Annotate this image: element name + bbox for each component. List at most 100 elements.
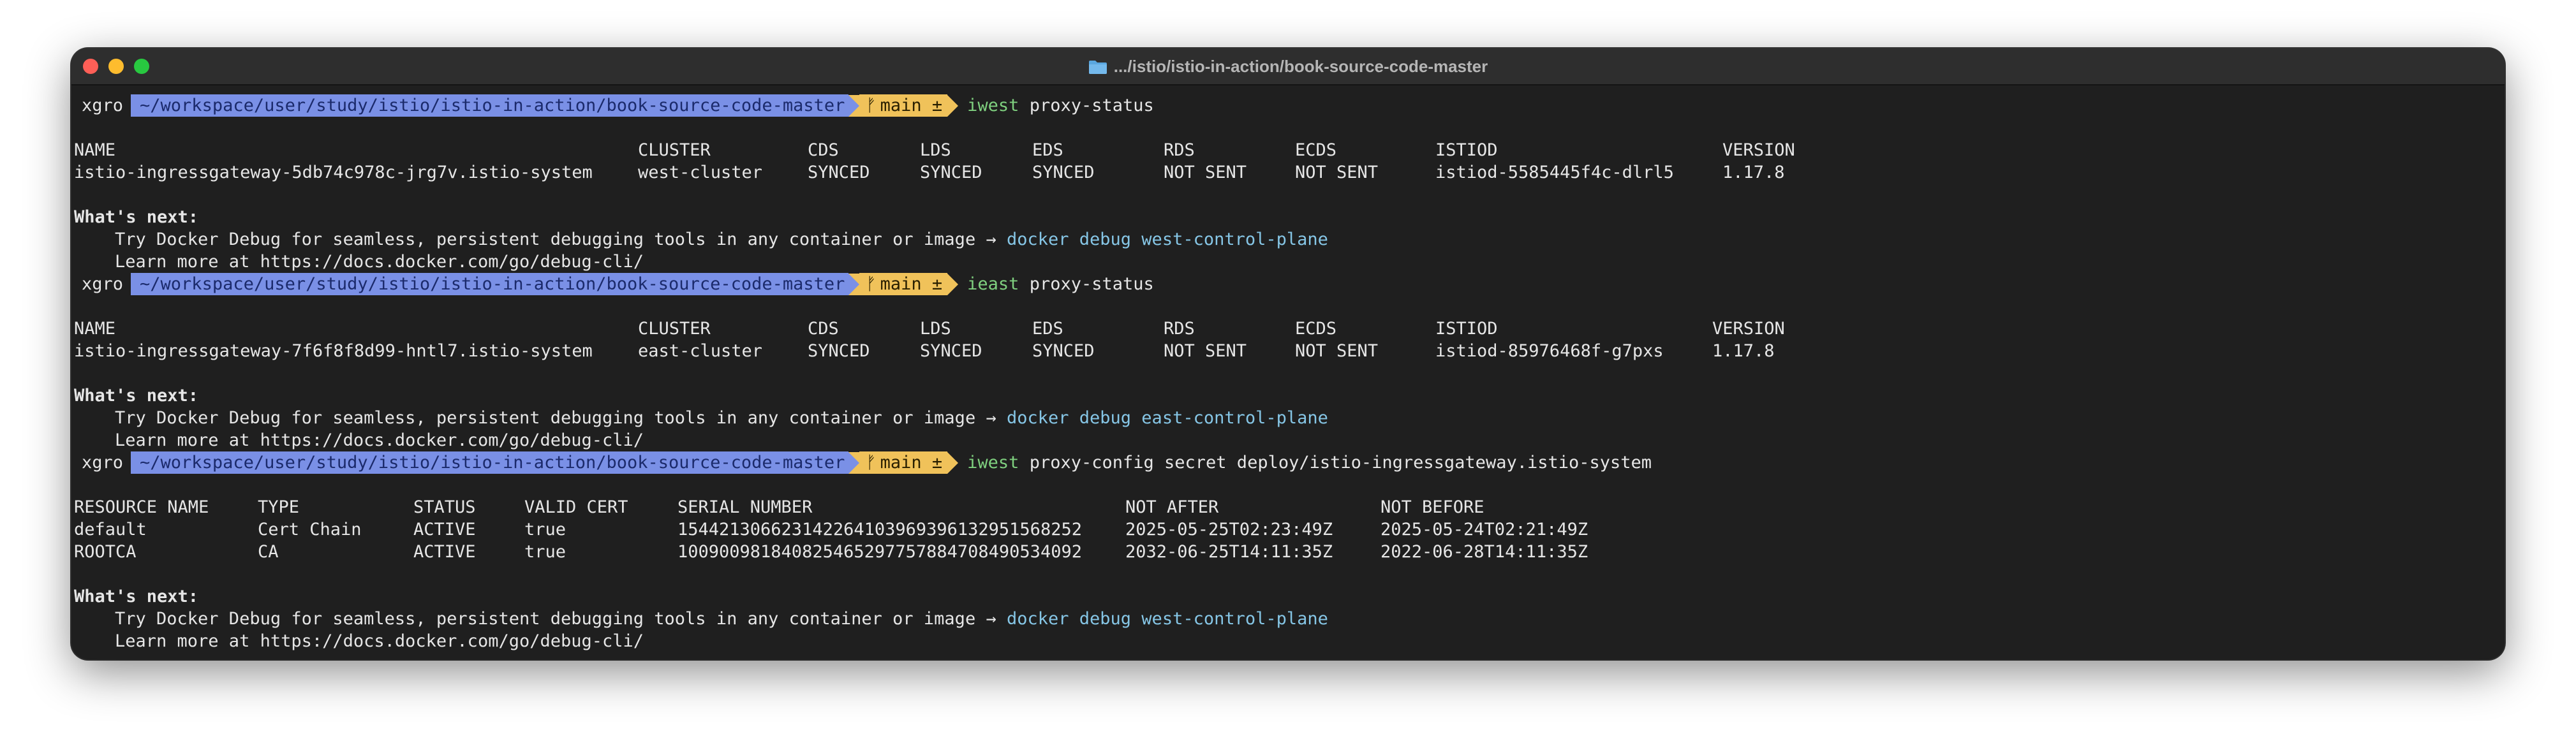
table-cell: NOT SENT: [1295, 163, 1379, 182]
prompt-git-segment: ᚠ main ±: [859, 273, 948, 295]
table-cell: 2025-05-25T02:23:49Z: [1125, 520, 1333, 539]
docker-learn-more: Learn more at https://docs.docker.com/go…: [115, 631, 644, 651]
table-cell: SYNCED: [920, 341, 982, 361]
table-header-cell: SERIAL NUMBER: [677, 497, 813, 517]
whats-next-title: What's next:: [74, 207, 199, 227]
prompt-line: xgro ~/workspace/user/study/istio/istio-i…: [74, 94, 2505, 117]
prompt-git-segment: ᚠ main ±: [859, 451, 948, 474]
table-cell: CA: [258, 542, 279, 562]
prompt-separator-arrow: [848, 451, 860, 474]
table-header-cell: CDS: [808, 319, 839, 339]
table-cell: SYNCED: [808, 163, 870, 182]
table-cell: Cert Chain: [258, 520, 362, 539]
table-row: istio-ingressgateway-7f6f8f8d99-hntl7.is…: [74, 340, 2505, 362]
prompt-git-segment: ᚠ main ±: [859, 94, 948, 117]
docker-debug-hint-text: Try Docker Debug for seamless, persisten…: [115, 609, 996, 629]
table-cell: west-cluster: [638, 163, 763, 182]
table-cell: ROOTCA: [74, 542, 137, 562]
docker-debug-command: docker debug west-control-plane: [1006, 609, 1328, 629]
table-header-cell: LDS: [920, 319, 951, 339]
window-title-text: .../istio/istio-in-action/book-source-co…: [1113, 56, 1488, 76]
table-header-cell: CLUSTER: [638, 319, 711, 339]
table-header-cell: VERSION: [1712, 319, 1785, 339]
table-cell: NOT SENT: [1164, 341, 1247, 361]
whats-next-title: What's next:: [74, 587, 199, 606]
table-cell: ACTIVE: [413, 520, 476, 539]
table-cell: SYNCED: [808, 341, 870, 361]
table-header-cell: RESOURCE NAME: [74, 497, 209, 517]
table-row: ROOTCA CA ACTIVE true 1009009818408254652977…: [74, 541, 2505, 563]
git-branch-icon: ᚠ: [866, 453, 877, 473]
docker-debug-hint-text: Try Docker Debug for seamless, persisten…: [115, 230, 996, 249]
table-header-cell: EDS: [1032, 319, 1063, 339]
table-header-cell: CDS: [808, 140, 839, 160]
table-cell: NOT SENT: [1164, 163, 1247, 182]
table-header-cell: LDS: [920, 140, 951, 160]
table-cell: SYNCED: [1032, 163, 1095, 182]
terminal-output[interactable]: xgro ~/workspace/user/study/istio/istio-i…: [74, 84, 2505, 659]
terminal-window: .../istio/istio-in-action/book-source-co…: [71, 48, 2505, 659]
table-header-cell: VALID CERT: [524, 497, 628, 517]
prompt-user: xgro: [82, 453, 124, 473]
table-header-cell: CLUSTER: [638, 140, 711, 160]
git-branch-label: main ±: [880, 274, 943, 294]
prompt-end-arrow: [947, 451, 959, 474]
table-header-cell: RDS: [1164, 319, 1195, 339]
table-cell: istiod-85976468f-g7pxs: [1435, 341, 1664, 361]
prompt-line: xgro ~/workspace/user/study/istio/istio-i…: [74, 273, 2505, 295]
table-cell: istio-ingressgateway-7f6f8f8d99-hntl7.is…: [74, 341, 593, 361]
prompt-end-arrow: [947, 273, 959, 295]
table-header-row: NAME CLUSTER CDS LDS EDS RDS ECDS ISTIOD VERSION: [74, 139, 2505, 161]
table-header-cell: ISTIOD: [1435, 140, 1498, 160]
command-binary: iwest: [967, 96, 1019, 115]
table-header-cell: VERSION: [1722, 140, 1795, 160]
table-cell: 1.17.8: [1722, 163, 1785, 182]
table-header-cell: NAME: [74, 319, 116, 339]
command-args: proxy-status: [1029, 274, 1154, 294]
docker-debug-command: docker debug east-control-plane: [1006, 408, 1328, 428]
table-cell: 2025-05-24T02:21:49Z: [1381, 520, 1588, 539]
prompt-user: xgro: [82, 274, 124, 294]
table-cell: NOT SENT: [1295, 341, 1379, 361]
docker-learn-more: Learn more at https://docs.docker.com/go…: [115, 430, 644, 450]
command-line: iwest proxy-status: [958, 94, 1154, 117]
command-binary: iwest: [967, 453, 1019, 473]
table-cell: default: [74, 520, 147, 539]
table-header-cell: NOT BEFORE: [1381, 497, 1484, 517]
table-cell: SYNCED: [920, 163, 982, 182]
git-branch-icon: ᚠ: [866, 96, 877, 115]
command-binary: ieast: [967, 274, 1019, 294]
prompt-user: xgro: [82, 96, 124, 115]
table-header-cell: NAME: [74, 140, 116, 160]
prompt-path: ~/workspace/user/study/istio/istio-in-ac…: [131, 273, 849, 295]
table-header-cell: ECDS: [1295, 140, 1337, 160]
table-cell: istiod-5585445f4c-dlrl5: [1435, 163, 1674, 182]
table-header-cell: NOT AFTER: [1125, 497, 1219, 517]
prompt-path: ~/workspace/user/study/istio/istio-in-ac…: [131, 94, 849, 117]
table-cell: SYNCED: [1032, 341, 1095, 361]
table-cell: 2032-06-25T14:11:35Z: [1125, 542, 1333, 562]
table-header-cell: ISTIOD: [1435, 319, 1498, 339]
table-header-row: RESOURCE NAME TYPE STATUS VALID CERT SERIAL …: [74, 496, 2505, 518]
prompt-separator-arrow: [848, 94, 860, 117]
prompt-separator-arrow: [848, 273, 860, 295]
command-line: iwest proxy-config secret deploy/istio-i…: [958, 451, 1652, 474]
table-cell: 154421306623142264103969396132951568252: [677, 520, 1082, 539]
table-cell: ACTIVE: [413, 542, 476, 562]
docker-debug-hint: Try Docker Debug for seamless, persisten…: [74, 407, 2505, 429]
git-branch-label: main ±: [880, 453, 943, 473]
folder-icon: [1088, 59, 1107, 74]
table-cell: istio-ingressgateway-5db74c978c-jrg7v.is…: [74, 163, 593, 182]
command-args: proxy-status: [1029, 96, 1154, 115]
prompt-path: ~/workspace/user/study/istio/istio-in-ac…: [131, 451, 849, 474]
table-cell: 1.17.8: [1712, 341, 1775, 361]
docker-learn-more: Learn more at https://docs.docker.com/go…: [115, 252, 644, 272]
table-header-cell: RDS: [1164, 140, 1195, 160]
prompt-line: xgro ~/workspace/user/study/istio/istio-i…: [74, 451, 2505, 474]
table-row: istio-ingressgateway-5db74c978c-jrg7v.is…: [74, 161, 2505, 184]
table-cell: true: [524, 542, 566, 562]
